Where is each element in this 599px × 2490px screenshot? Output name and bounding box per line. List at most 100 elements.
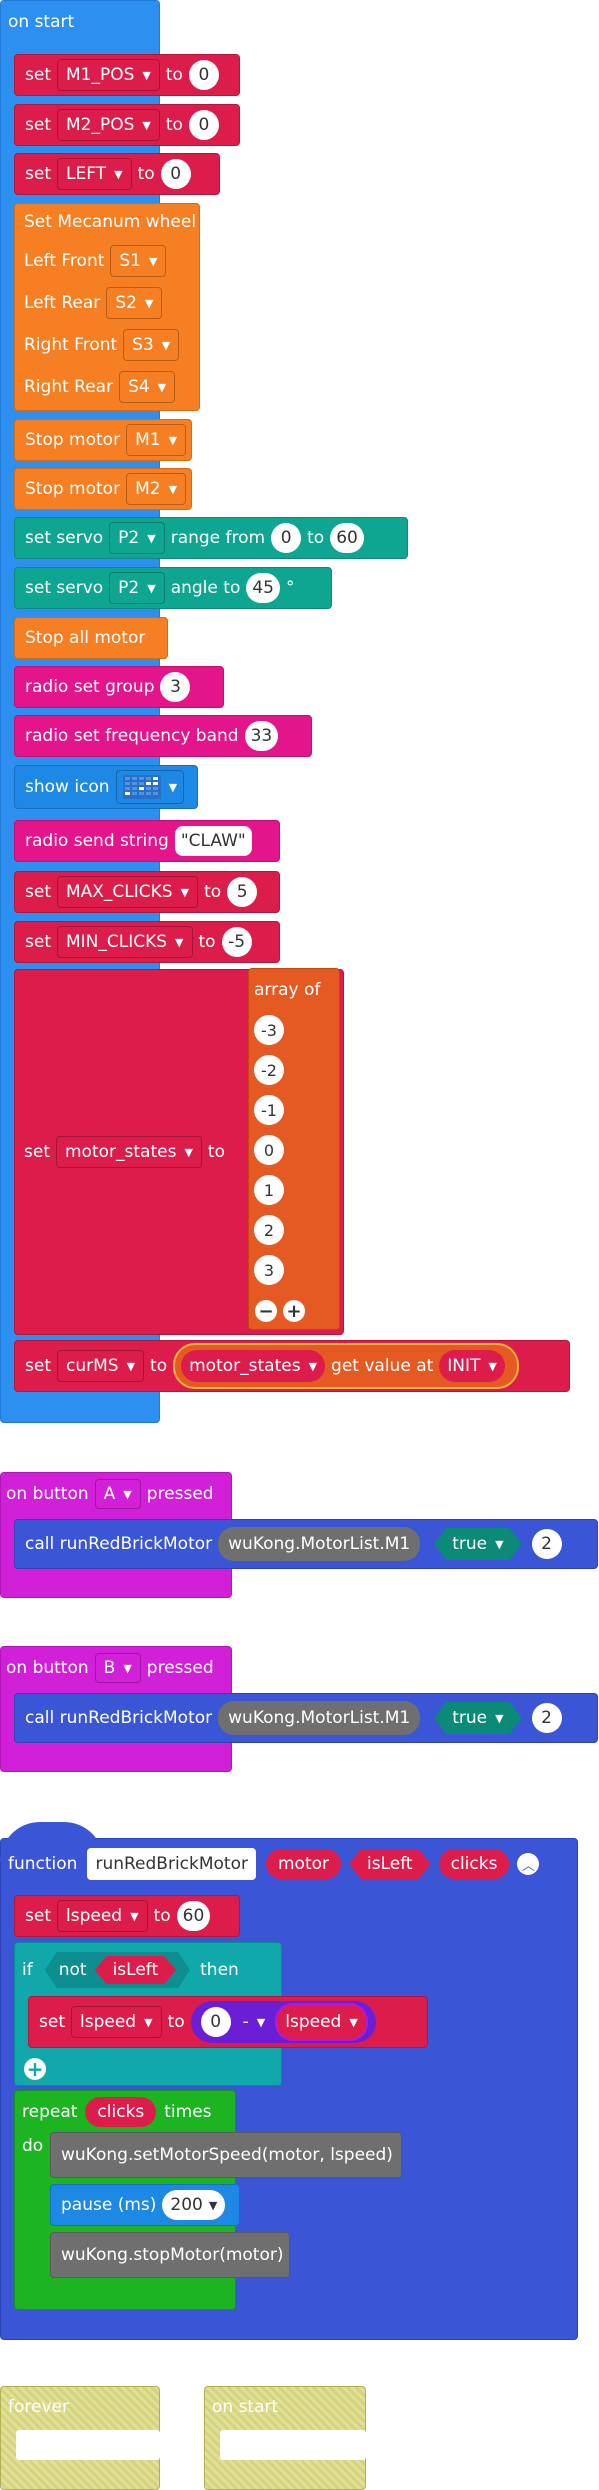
stop-motor-block[interactable]: wuKong.stopMotor(motor) (50, 2232, 290, 2278)
radio-group-input[interactable]: 3 (160, 672, 191, 702)
button-dropdown-a[interactable]: A ▼ (94, 1479, 141, 1509)
param-isleft[interactable]: isLeft (349, 1849, 431, 1879)
value-input-m2-pos[interactable]: 0 (188, 110, 219, 140)
array-controls: − + (255, 1300, 311, 1322)
boolean-argument[interactable]: true ▼ (434, 1702, 521, 1734)
not-block[interactable]: not isLeft (45, 1952, 190, 1988)
left-front-dropdown[interactable]: S1 ▼ (110, 245, 167, 277)
dropdown-arrow-icon: ▼ (142, 118, 151, 132)
call-function-block-b[interactable]: call runRedBrickMotor wuKong.MotorList.M… (14, 1693, 598, 1743)
variable-dropdown-left[interactable]: LEFT ▼ (56, 158, 132, 190)
show-icon-label: show icon (25, 777, 110, 797)
motor-dropdown-m2[interactable]: M2 ▼ (126, 473, 187, 505)
value-input-max-clicks[interactable]: 5 (227, 877, 258, 907)
on-button-a-hat: on button A ▼ pressed (6, 1479, 214, 1509)
call-function-block-a[interactable]: call runRedBrickMotor wuKong.MotorList.M… (14, 1519, 598, 1569)
set-left-block[interactable]: set LEFT ▼ to 0 (14, 153, 220, 195)
array-item-input[interactable]: -3 (254, 1015, 284, 1045)
stop-all-motor-block[interactable]: Stop all motor (14, 617, 168, 659)
array-item-input[interactable]: -1 (254, 1095, 284, 1125)
array-item-input[interactable]: 3 (254, 1255, 284, 1285)
set-curms-block[interactable]: set curMS ▼ to motor_states ▼ get value at… (14, 1340, 570, 1392)
variable-dropdown-lspeed[interactable]: lspeed ▼ (56, 1900, 148, 1932)
set-min-clicks-block[interactable]: set MIN_CLICKS ▼ to -5 (14, 921, 280, 963)
radio-send-string-block[interactable]: radio send string "CLAW" (14, 820, 280, 862)
button-dropdown-b[interactable]: B ▼ (94, 1653, 141, 1683)
motor-dropdown-m1[interactable]: M1 ▼ (126, 424, 187, 456)
param-motor[interactable]: motor (265, 1849, 342, 1879)
set-m2-pos-block[interactable]: set M2_POS ▼ to 0 (14, 104, 240, 146)
stop-motor-m1-block[interactable]: Stop motor M1 ▼ (14, 419, 192, 461)
variable-dropdown-motor-states[interactable]: motor_states ▼ (55, 1136, 202, 1168)
pause-block[interactable]: pause (ms) 200 ▼ (50, 2184, 240, 2226)
show-icon-block[interactable]: show icon ▼ (14, 765, 198, 809)
forever-label: forever (8, 2397, 69, 2417)
boolean-argument[interactable]: true ▼ (434, 1528, 521, 1560)
motor-argument[interactable]: wuKong.MotorList.M1 (218, 1701, 421, 1735)
value-input-m1-pos[interactable]: 0 (188, 60, 219, 90)
variable-dropdown-m2-pos[interactable]: M2_POS ▼ (56, 109, 160, 141)
dropdown-arrow-icon: ▼ (208, 2198, 218, 2212)
index-variable-reporter[interactable]: INIT ▼ (439, 1350, 505, 1382)
array-item-input[interactable]: 1 (254, 1175, 284, 1205)
radio-send-input[interactable]: "CLAW" (174, 826, 252, 856)
lspeed-reporter[interactable]: lspeed ▼ (275, 2003, 368, 2041)
isleft-reporter[interactable]: isLeft (95, 1956, 177, 1984)
pause-value-dropdown[interactable]: 200 ▼ (162, 2190, 226, 2220)
set-max-clicks-block[interactable]: set MAX_CLICKS ▼ to 5 (14, 871, 280, 913)
set-label: set (25, 65, 51, 85)
servo-range-block[interactable]: set servo P2 ▼ range from 0 to 60 (14, 517, 408, 559)
function-name-input[interactable]: runRedBrickMotor (87, 1848, 256, 1880)
dropdown-arrow-icon: ▼ (147, 531, 156, 545)
radio-frequency-block[interactable]: radio set frequency band 33 (14, 715, 312, 757)
param-clicks[interactable]: clicks (438, 1849, 510, 1879)
set-motor-speed-block[interactable]: wuKong.setMotorSpeed(motor, lspeed) (50, 2132, 402, 2178)
right-rear-dropdown[interactable]: S4 ▼ (119, 371, 176, 403)
variable-dropdown-lspeed[interactable]: lspeed ▼ (70, 2006, 162, 2038)
variable-dropdown-curms[interactable]: curMS ▼ (56, 1350, 145, 1382)
range-max-input[interactable]: 60 (330, 523, 364, 553)
set-lspeed-block[interactable]: set lspeed ▼ to 60 (14, 1895, 240, 1937)
array-item-input[interactable]: 0 (254, 1135, 284, 1165)
set-m1-pos-block[interactable]: set M1_POS ▼ to 0 (14, 54, 240, 96)
radio-set-group-block[interactable]: radio set group 3 (14, 666, 224, 708)
get-value-at-block[interactable]: motor_states ▼ get value at INIT ▼ (173, 1343, 519, 1389)
collapse-chevron-icon[interactable]: ︿ (517, 1853, 540, 1875)
radio-send-label: radio send string (25, 831, 169, 851)
left-rear-dropdown[interactable]: S2 ▼ (106, 287, 163, 319)
add-item-icon[interactable]: + (283, 1300, 305, 1322)
icon-picker-dropdown[interactable]: ▼ (115, 770, 185, 804)
array-item-input[interactable]: -2 (254, 1055, 284, 1085)
subtract-block[interactable]: 0 - ▼ lspeed ▼ (190, 2001, 376, 2043)
range-from-label: range from (170, 528, 266, 548)
servo-angle-block[interactable]: set servo P2 ▼ angle to 45 ° (14, 567, 332, 609)
value-input-left[interactable]: 0 (160, 159, 191, 189)
motor-argument[interactable]: wuKong.MotorList.M1 (218, 1527, 421, 1561)
servo-pin-dropdown[interactable]: P2 ▼ (109, 572, 165, 604)
right-front-row: Right Front S3 ▼ (24, 329, 185, 361)
servo-pin-dropdown[interactable]: P2 ▼ (109, 522, 165, 554)
right-front-dropdown[interactable]: S3 ▼ (123, 329, 180, 361)
stop-motor-m2-block[interactable]: Stop motor M2 ▼ (14, 468, 192, 510)
to-label: to (204, 882, 222, 902)
if-add-branch-icon[interactable]: + (24, 2057, 46, 2081)
dropdown-arrow-icon: ▼ (175, 935, 184, 949)
clicks-reporter[interactable]: clicks (85, 2097, 157, 2127)
array-item-input[interactable]: 2 (254, 1215, 284, 1245)
variable-dropdown-min-clicks[interactable]: MIN_CLICKS ▼ (56, 926, 193, 958)
remove-item-icon[interactable]: − (255, 1300, 277, 1322)
clicks-argument[interactable]: 2 (531, 1703, 562, 1733)
lspeed-value-input[interactable]: 60 (176, 1901, 211, 1931)
clicks-argument[interactable]: 2 (531, 1529, 562, 1559)
range-min-input[interactable]: 0 (271, 523, 302, 553)
operator-dropdown[interactable]: - ▼ (239, 2007, 270, 2037)
array-variable-reporter[interactable]: motor_states ▼ (181, 1350, 326, 1382)
radio-freq-input[interactable]: 33 (244, 721, 279, 751)
set-lspeed-negate-block[interactable]: set lspeed ▼ to 0 - ▼ lspeed ▼ (28, 1996, 428, 2048)
to-label: to (153, 1906, 171, 1926)
variable-dropdown-max-clicks[interactable]: MAX_CLICKS ▼ (56, 876, 199, 908)
variable-dropdown-m1-pos[interactable]: M1_POS ▼ (56, 59, 160, 91)
subtract-left-input[interactable]: 0 (200, 2007, 231, 2037)
angle-input[interactable]: 45 (246, 573, 280, 603)
value-input-min-clicks[interactable]: -5 (221, 927, 252, 957)
